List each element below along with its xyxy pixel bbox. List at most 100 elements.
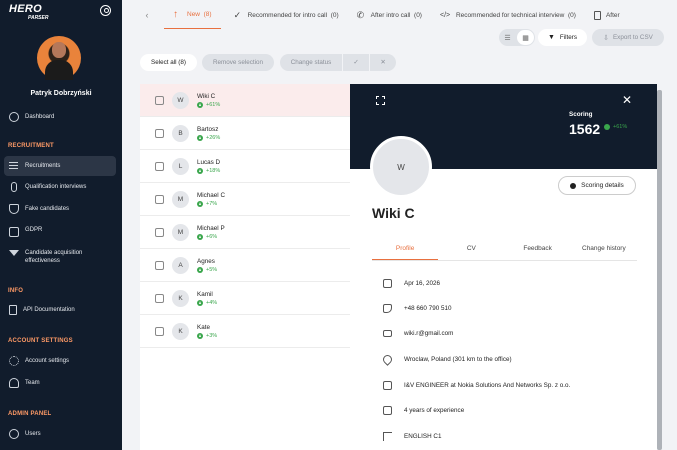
split-view-icon[interactable]: ▦	[517, 30, 534, 45]
sidebar-item-label: GDPR	[25, 227, 43, 233]
download-icon: ⇩	[603, 34, 609, 42]
tab-after-intro-call[interactable]: ✆ After intro call (0)	[348, 0, 431, 30]
sidebar-item-label: Recruitments	[25, 163, 61, 169]
tab-count: (0)	[414, 11, 422, 19]
candidate-score: +26%	[197, 134, 220, 142]
remove-selection-button[interactable]: Remove selection	[202, 54, 274, 71]
tab-change-history[interactable]: Change history	[571, 239, 637, 260]
sidebar-item-team[interactable]: Team	[4, 373, 116, 393]
candidate-checkbox[interactable]	[155, 161, 164, 171]
candidate-checkbox[interactable]	[155, 326, 164, 336]
arrow-up-icon	[197, 200, 203, 207]
confirm-status-icon[interactable]: ✓	[343, 59, 369, 66]
candidate-row[interactable]: M Michael P +6%	[140, 216, 350, 249]
candidate-checkbox[interactable]	[155, 95, 164, 105]
candidate-row[interactable]: A Agnes +5%	[140, 249, 350, 282]
candidate-checkbox[interactable]	[155, 293, 164, 303]
arrow-up-icon	[197, 233, 203, 240]
list-icon	[9, 161, 19, 171]
sidebar-item-recruitments[interactable]: Recruitments	[4, 156, 116, 176]
code-icon: </>	[439, 11, 451, 19]
phone-number: +48 660 790 510	[383, 304, 451, 313]
sidebar-item-candidate-acquisition[interactable]: Candidate acquisition effectiveness	[4, 245, 116, 269]
candidate-row[interactable]: B Bartosz +26%	[140, 117, 350, 150]
candidate-row[interactable]: K Kamil +4%	[140, 282, 350, 315]
candidate-score: +18%	[197, 167, 220, 175]
candidate-row[interactable]: L Lucas D +18%	[140, 150, 350, 183]
candidate-avatar: M	[172, 190, 189, 208]
sidebar-item-qualification-interviews[interactable]: Qualification interviews	[4, 177, 116, 197]
tab-after[interactable]: After	[585, 0, 620, 30]
candidate-avatar: B	[172, 124, 189, 142]
change-status-button[interactable]: Change status	[280, 59, 342, 66]
sidebar-item-label: Team	[25, 380, 40, 386]
tab-label: New	[187, 11, 201, 18]
sidebar-item-users[interactable]: Users	[4, 424, 116, 444]
candidate-checkbox[interactable]	[155, 227, 164, 237]
document-icon	[9, 305, 17, 315]
candidate-name-heading: Wiki C	[372, 205, 415, 221]
candidate-name: Kate	[197, 323, 210, 331]
status-tabs: ‹ ↑ New (8) ✓ Recommended for intro call…	[122, 0, 677, 30]
email-address: wiki.r@gmail.com	[383, 330, 453, 337]
language: ENGLISH C1	[383, 432, 441, 441]
sidebar-item-gdpr[interactable]: GDPR	[4, 220, 116, 240]
funnel-icon	[9, 250, 19, 256]
sidebar-item-account-settings[interactable]: Account settings	[4, 351, 116, 371]
shield-icon	[9, 204, 19, 214]
candidate-row[interactable]: M Michael C +7%	[140, 183, 350, 216]
tab-recommended-technical-interview[interactable]: </> Recommended for technical interview …	[431, 0, 585, 30]
main-content: ‹ ↑ New (8) ✓ Recommended for intro call…	[122, 0, 677, 450]
select-all-button[interactable]: Select all (8)	[140, 54, 197, 71]
funnel-icon: ▼	[547, 34, 555, 41]
gear-icon	[9, 356, 19, 366]
candidate-score: +4%	[197, 299, 217, 307]
export-csv-button[interactable]: ⇩ Export to CSV	[592, 29, 664, 46]
sidebar-item-api-documentation[interactable]: API Documentation	[4, 300, 116, 320]
sidebar-item-fake-candidates[interactable]: Fake candidates	[4, 199, 116, 219]
filters-label: Filters	[559, 34, 578, 41]
tab-count: (0)	[568, 11, 576, 19]
candidate-row[interactable]: K Kate +3%	[140, 315, 350, 348]
candidate-avatar: A	[172, 256, 189, 274]
tab-recommended-intro-call[interactable]: ✓ Recommended for intro call (0)	[225, 0, 348, 30]
check-icon: ✓	[233, 9, 242, 20]
detail-scrollbar[interactable]	[657, 90, 662, 450]
arrow-up-icon	[197, 332, 203, 339]
cancel-status-icon[interactable]: ✕	[370, 59, 396, 66]
sidebar-item-dashboard[interactable]: Dashboard	[4, 107, 116, 127]
tab-feedback[interactable]: Feedback	[505, 239, 571, 260]
candidate-score: +5%	[197, 266, 217, 274]
candidate-checkbox[interactable]	[155, 194, 164, 204]
sidebar-item-label: Account settings	[25, 358, 70, 364]
chevron-left-icon[interactable]: ‹	[138, 0, 156, 30]
candidate-list: W Wiki C +61% B Bartosz +26% L Lucas D +…	[140, 84, 350, 450]
profile-icon[interactable]	[100, 5, 111, 16]
candidate-avatar-large: W	[370, 136, 432, 198]
sidebar-item-label: Users	[25, 431, 41, 437]
list-view-icon[interactable]: ☰	[499, 29, 516, 46]
candidate-row[interactable]: W Wiki C +61%	[140, 84, 350, 117]
export-label: Export to CSV	[612, 34, 653, 41]
tab-new[interactable]: ↑ New (8)	[164, 1, 221, 29]
hero-parser-logo[interactable]: HERO PARSER	[9, 4, 69, 22]
candidate-name: Michael P	[197, 224, 225, 232]
sidebar-item-label: API Documentation	[23, 307, 75, 313]
section-info: INFO	[8, 288, 24, 294]
chart-icon	[570, 182, 577, 189]
scoring-details-button[interactable]: Scoring details	[558, 176, 636, 195]
candidate-checkbox[interactable]	[155, 128, 164, 138]
candidate-checkbox[interactable]	[155, 260, 164, 270]
tab-profile[interactable]: Profile	[372, 239, 439, 260]
tab-label: After	[605, 11, 620, 19]
tab-count: (0)	[330, 11, 339, 19]
candidate-score: +7%	[197, 200, 225, 208]
application-date: Apr 16, 2026	[383, 279, 440, 288]
filters-button[interactable]: ▼ Filters	[538, 29, 587, 46]
expand-icon[interactable]	[376, 96, 385, 105]
arrow-up-icon: ↑	[173, 9, 178, 20]
tab-count: (8)	[203, 11, 212, 18]
close-icon[interactable]: ✕	[622, 93, 632, 107]
candidate-avatar: L	[172, 157, 189, 175]
tab-cv[interactable]: CV	[438, 239, 504, 260]
